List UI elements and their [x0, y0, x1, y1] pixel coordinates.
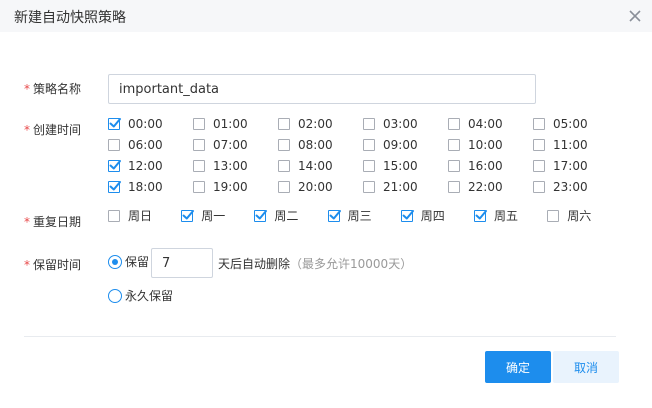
required-asterisk: * [24, 123, 30, 137]
time-1900-label: 19:00 [213, 180, 248, 194]
time-0300-label: 03:00 [383, 117, 418, 131]
confirm-button[interactable]: 确定 [485, 351, 551, 383]
checkbox-unchecked-icon [193, 139, 205, 151]
required-asterisk: * [24, 258, 30, 272]
checkbox-checked-icon [181, 210, 195, 222]
close-icon[interactable] [624, 5, 646, 27]
checkbox-unchecked-icon [448, 118, 460, 130]
time-0400-label: 04:00 [468, 117, 503, 131]
footer-divider [24, 336, 616, 337]
checkbox-checked-icon [400, 210, 414, 222]
checkbox-unchecked-icon [547, 210, 560, 222]
checkbox-unchecked-icon [193, 181, 205, 193]
time-2200-label: 22:00 [468, 180, 503, 194]
time-2100-label: 21:00 [383, 180, 418, 194]
time-0500-label: 05:00 [553, 117, 588, 131]
time-1400-label: 14:00 [298, 159, 333, 173]
checkbox-unchecked-icon [448, 160, 460, 172]
required-asterisk: * [24, 215, 30, 229]
checkbox-unchecked-icon [363, 118, 375, 130]
checkbox-unchecked-icon [278, 181, 290, 193]
time-1500-label: 15:00 [383, 159, 418, 173]
checkbox-unchecked-icon [363, 181, 375, 193]
time-0600-label: 06:00 [128, 138, 163, 152]
checkbox-checked-icon [108, 160, 121, 172]
day-3-label: 周三 [347, 209, 372, 223]
checkbox-unchecked-icon [278, 139, 290, 151]
checkbox-unchecked-icon [448, 181, 460, 193]
checkbox-unchecked-icon [533, 139, 545, 151]
checkbox-unchecked-icon [278, 160, 290, 172]
checkbox-unchecked-icon [533, 160, 545, 172]
time-1700-label: 17:00 [553, 159, 588, 173]
create-snapshot-policy-dialog: 新建自动快照策略 *策略名称 *创建时间 00:00 01:00 02:00 03:0… [0, 0, 652, 408]
checkbox-unchecked-icon [193, 118, 205, 130]
time-0700-label: 07:00 [213, 138, 248, 152]
time-2000-label: 20:00 [298, 180, 333, 194]
required-asterisk: * [24, 82, 30, 96]
day-4-label: 周四 [420, 209, 445, 223]
checkbox-checked-icon [108, 118, 121, 130]
dialog-title-bar: 新建自动快照策略 [0, 0, 652, 32]
policy-name-label: * 策略名称 [24, 82, 82, 96]
retention-hint: （最多允许10000天） [290, 257, 413, 271]
repeat-days-label: * 重复日期 [24, 215, 82, 229]
checkbox-unchecked-icon [108, 210, 120, 222]
policy-name-input[interactable] [108, 74, 536, 104]
checkbox-unchecked-icon [278, 118, 290, 130]
time-1100-label: 11:00 [553, 138, 588, 152]
checkbox-unchecked-icon [193, 160, 205, 172]
time-1000-label: 10:00 [468, 138, 503, 152]
day-6-label: 周六 [567, 209, 592, 223]
day-0-label: 周日 [128, 209, 153, 223]
checkbox-unchecked-icon [108, 139, 120, 151]
cancel-button[interactable]: 取消 [553, 351, 619, 383]
keep-radio-label: 保留 [125, 255, 150, 269]
checkbox-checked-icon [254, 210, 268, 222]
time-0200-label: 02:00 [298, 117, 333, 131]
radio-dot [112, 259, 118, 265]
retention-label: * 保留时间 [24, 258, 82, 272]
time-1300-label: 13:00 [213, 159, 248, 173]
checkbox-unchecked-icon [363, 139, 375, 151]
retention-suffix: 天后自动删除（最多允许10000天） [218, 257, 413, 271]
time-1800-label: 18:00 [128, 180, 163, 194]
radio-circle [108, 255, 122, 269]
checkbox-unchecked-icon [533, 181, 545, 193]
checkbox-unchecked-icon [448, 139, 460, 151]
radio-circle [108, 289, 122, 303]
create-time-label: * 创建时间 [24, 123, 82, 137]
time-1200-label: 12:00 [128, 159, 163, 173]
time-0800-label: 08:00 [298, 138, 333, 152]
checkbox-checked-icon [327, 210, 341, 222]
checkbox-checked-icon [474, 210, 487, 222]
time-0900-label: 09:00 [383, 138, 418, 152]
day-2-label: 周二 [274, 209, 299, 223]
time-2300-label: 23:00 [553, 180, 588, 194]
checkbox-unchecked-icon [533, 118, 545, 130]
retention-days-input[interactable] [151, 248, 213, 278]
time-1600-label: 16:00 [468, 159, 503, 173]
day-1-label: 周一 [201, 209, 226, 223]
time-0000-label: 00:00 [128, 117, 163, 131]
forever-radio-label: 永久保留 [125, 289, 174, 303]
day-5-label: 周五 [494, 209, 519, 223]
time-0100-label: 01:00 [213, 117, 248, 131]
checkbox-checked-icon [108, 181, 121, 193]
dialog-title: 新建自动快照策略 [14, 10, 126, 26]
checkbox-unchecked-icon [363, 160, 375, 172]
